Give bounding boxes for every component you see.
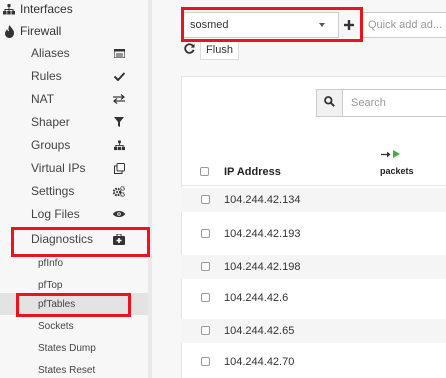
sidebar-item-label: Shaper (31, 115, 70, 129)
sidebar-item-rules[interactable]: Rules (0, 65, 148, 87)
row-checkbox[interactable] (201, 326, 210, 335)
table-row[interactable]: 104.244.42.65 (181, 319, 446, 343)
ip-address-cell: 104.244.42.193 (224, 228, 301, 240)
fire-icon (2, 24, 16, 38)
sidebar-item-log-files[interactable]: Log Files (0, 203, 148, 225)
highlight-pftables (16, 293, 131, 317)
row-checkbox[interactable] (201, 293, 210, 302)
sidebar-item-label: Rules (31, 69, 62, 83)
column-header-packets: packets (380, 166, 414, 176)
sidebar-item-label: Log Files (31, 207, 80, 221)
sidebar-item-groups[interactable]: Groups (0, 134, 148, 156)
table-row[interactable]: 104.244.42.193 (181, 222, 446, 246)
filter-icon (113, 116, 125, 128)
ip-address-cell: 104.244.42.70 (224, 356, 295, 368)
exchange-icon (113, 93, 125, 105)
sidebar-item-label: Groups (31, 138, 71, 152)
sidebar-item-label: Interfaces (20, 2, 73, 16)
sidebar-item-label: Virtual IPs (31, 161, 86, 175)
sidebar-subitem-sockets[interactable]: Sockets (0, 315, 148, 337)
quick-add-input[interactable]: Quick add ad... (361, 12, 446, 38)
sidebar-item-label: Aliases (31, 46, 70, 60)
select-all-checkbox[interactable] (200, 167, 209, 176)
row-checkbox[interactable] (201, 195, 210, 204)
search-icon (324, 94, 335, 112)
highlight-diagnostics (11, 227, 150, 257)
sitemap-icon (113, 139, 125, 151)
header-divider (181, 185, 446, 186)
arrow-right-icon (381, 150, 391, 161)
sitemap-icon (2, 2, 16, 16)
quick-add-placeholder: Quick add ad... (368, 19, 442, 31)
sidebar-item-firewall[interactable]: Firewall (2, 22, 61, 40)
main-content: sosmed Quick add ad... Flush Search IP A… (152, 0, 446, 378)
check-icon (113, 70, 125, 82)
sidebar-subitem-states-reset[interactable]: States Reset (0, 359, 148, 378)
ip-address-cell: 104.244.42.134 (224, 194, 301, 206)
table-row[interactable]: 104.244.42.134 (181, 188, 446, 212)
sidebar-subitem-label: States Reset (38, 364, 96, 376)
root: { "sidebar": { "interfaces": "Interfaces… (0, 0, 446, 378)
sidebar-subitem-label: pfInfo (38, 257, 64, 269)
ip-address-cell: 104.244.42.6 (224, 292, 289, 304)
sidebar-item-label: NAT (31, 92, 55, 106)
clone-icon (113, 162, 125, 174)
sidebar-item-nat[interactable]: NAT (0, 88, 148, 110)
refresh-icon (183, 41, 195, 59)
cogs-icon (113, 185, 125, 197)
sidebar-item-settings[interactable]: Settings (0, 180, 148, 202)
sidebar-item-virtual-ips[interactable]: Virtual IPs (0, 157, 148, 179)
eye-icon (113, 208, 125, 220)
ip-address-cell: 104.244.42.198 (224, 261, 301, 273)
ip-address-cell: 104.244.42.65 (224, 325, 295, 337)
search-button[interactable] (316, 89, 343, 117)
sidebar-subitem-states-dump[interactable]: States Dump (0, 337, 148, 359)
play-icon (393, 150, 400, 161)
sidebar-item-shaper[interactable]: Shaper (0, 111, 148, 133)
sidebar: Interfaces Firewall Aliases Rules NAT Sh… (0, 0, 148, 378)
search-input[interactable]: Search (342, 89, 446, 117)
sidebar-subitem-label: States Dump (38, 342, 96, 354)
flush-button-label: Flush (206, 44, 233, 56)
highlight-table-select (181, 7, 363, 42)
sidebar-subitem-label: pfTop (38, 279, 63, 291)
table-row[interactable]: 104.244.42.70 (181, 350, 446, 374)
row-checkbox[interactable] (201, 262, 210, 271)
search-placeholder: Search (351, 97, 386, 109)
row-checkbox[interactable] (201, 229, 210, 238)
sidebar-item-aliases[interactable]: Aliases (0, 42, 148, 64)
refresh-button[interactable] (183, 40, 195, 60)
flush-button[interactable]: Flush (200, 40, 239, 60)
sidebar-item-interfaces[interactable]: Interfaces (2, 0, 73, 18)
column-header-ip-address: IP Address (224, 166, 281, 178)
table-row[interactable]: 104.244.42.198 (181, 255, 446, 279)
row-checkbox[interactable] (201, 357, 210, 366)
sidebar-subitem-label: Sockets (38, 320, 74, 332)
packets-direction-indicator (381, 150, 400, 161)
sidebar-item-label: Firewall (20, 24, 62, 38)
list-icon (113, 47, 125, 59)
sidebar-item-label: Settings (31, 184, 75, 198)
table-row[interactable]: 104.244.42.6 (181, 286, 446, 310)
